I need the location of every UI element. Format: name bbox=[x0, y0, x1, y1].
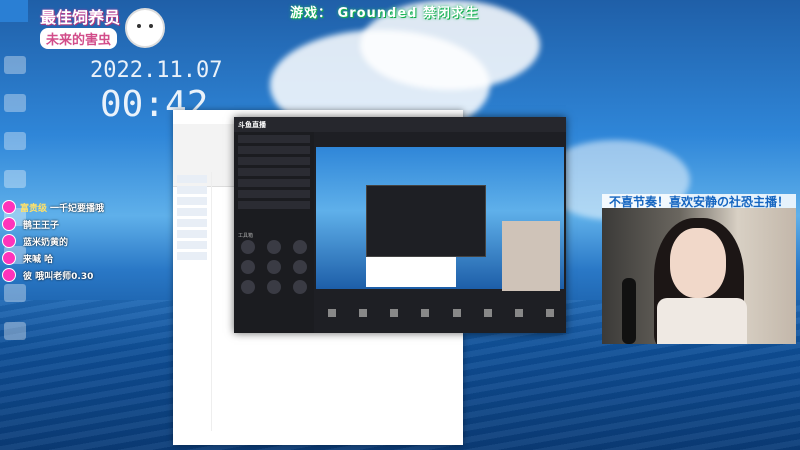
tool-icon[interactable] bbox=[293, 260, 307, 274]
webcam-body bbox=[657, 298, 747, 344]
scene-item[interactable] bbox=[238, 146, 310, 154]
explorer-sidebar[interactable] bbox=[173, 172, 212, 431]
webcam-feed bbox=[602, 208, 796, 344]
tool-icon[interactable] bbox=[293, 280, 307, 294]
nested-app bbox=[366, 185, 486, 257]
app-preview[interactable] bbox=[316, 147, 564, 291]
control-icon[interactable] bbox=[546, 309, 555, 317]
control-icon[interactable] bbox=[483, 309, 492, 317]
scene-item[interactable] bbox=[238, 201, 310, 209]
control-icon[interactable] bbox=[421, 309, 430, 317]
control-icon[interactable] bbox=[452, 309, 461, 317]
streaming-app-window[interactable]: 斗鱼直播 工具箱 bbox=[234, 117, 566, 333]
sidebar-item[interactable] bbox=[177, 241, 207, 249]
streamer-tag: 最佳饲养员 bbox=[40, 8, 121, 27]
chat-text: 来喊 哈 bbox=[23, 254, 54, 265]
chat-text: 一千妃要播哦 bbox=[50, 203, 105, 214]
tool-icon[interactable] bbox=[241, 240, 255, 254]
sidebar-item[interactable] bbox=[177, 208, 207, 216]
webcam-face bbox=[670, 228, 726, 298]
toolbox-grid bbox=[238, 240, 310, 294]
sidebar-item[interactable] bbox=[177, 175, 207, 183]
streamer-sub: 未来的害虫 bbox=[40, 28, 118, 49]
explorer-statusbar bbox=[173, 431, 463, 445]
tool-icon[interactable] bbox=[241, 260, 255, 274]
scene-item[interactable] bbox=[238, 135, 310, 143]
chat-message: 蓝米奶黄的 bbox=[2, 234, 172, 248]
sidebar-item[interactable] bbox=[177, 197, 207, 205]
chat-text: 彼 哦叫老师0.30 bbox=[23, 271, 94, 282]
tool-icon[interactable] bbox=[267, 240, 281, 254]
chat-username: 富贵级 bbox=[20, 203, 48, 214]
app-scene-panel[interactable]: 工具箱 bbox=[234, 132, 314, 333]
scene-item[interactable] bbox=[238, 168, 310, 176]
toolbox-label: 工具箱 bbox=[238, 233, 254, 239]
chat-message: 彼 哦叫老师0.30 bbox=[2, 268, 172, 282]
game-title: 游戏： Grounded 禁闭求生 bbox=[290, 6, 480, 21]
desktop-app-icon[interactable] bbox=[4, 56, 26, 74]
scene-item[interactable] bbox=[238, 179, 310, 187]
nested-webcam bbox=[502, 221, 560, 291]
platform-logo bbox=[0, 0, 28, 22]
app-logo: 斗鱼直播 bbox=[238, 120, 266, 129]
chat-overlay: 富贵级 一千妃要播哦 鹊王王子 蓝米奶黄的 来喊 哈 彼 哦叫老师0.30 bbox=[2, 200, 172, 285]
chat-message: 来喊 哈 bbox=[2, 251, 172, 265]
chat-message: 鹊王王子 bbox=[2, 217, 172, 231]
desktop-app-icon[interactable] bbox=[4, 170, 26, 188]
scene-item[interactable] bbox=[238, 157, 310, 165]
avatar bbox=[2, 268, 16, 282]
control-icon[interactable] bbox=[327, 309, 336, 317]
desktop-app-icon[interactable] bbox=[4, 132, 26, 150]
tool-icon[interactable] bbox=[267, 260, 281, 274]
desktop-app-icon[interactable] bbox=[4, 284, 26, 302]
chat-text: 鹊王王子 bbox=[23, 220, 60, 231]
desktop-app-icon[interactable] bbox=[4, 94, 26, 112]
chat-text: 蓝米奶黄的 bbox=[23, 237, 69, 248]
tool-icon[interactable] bbox=[293, 240, 307, 254]
avatar bbox=[2, 200, 16, 214]
microphone bbox=[622, 278, 636, 344]
mascot-icon bbox=[125, 8, 165, 48]
desktop-app-icon[interactable] bbox=[4, 322, 26, 340]
sidebar-item[interactable] bbox=[177, 186, 207, 194]
sidebar-item[interactable] bbox=[177, 219, 207, 227]
avatar bbox=[2, 217, 16, 231]
avatar bbox=[2, 234, 16, 248]
sidebar-item[interactable] bbox=[177, 230, 207, 238]
tool-icon[interactable] bbox=[241, 280, 255, 294]
control-icon[interactable] bbox=[390, 309, 399, 317]
app-titlebar[interactable]: 斗鱼直播 bbox=[234, 117, 566, 132]
avatar bbox=[2, 251, 16, 265]
scene-item[interactable] bbox=[238, 190, 310, 198]
chat-message: 富贵级 一千妃要播哦 bbox=[2, 200, 172, 214]
app-controls[interactable] bbox=[316, 293, 566, 333]
control-icon[interactable] bbox=[358, 309, 367, 317]
clock-date: 2022.11.07 bbox=[90, 58, 223, 83]
sidebar-item[interactable] bbox=[177, 252, 207, 260]
control-icon[interactable] bbox=[515, 309, 524, 317]
tool-icon[interactable] bbox=[267, 280, 281, 294]
